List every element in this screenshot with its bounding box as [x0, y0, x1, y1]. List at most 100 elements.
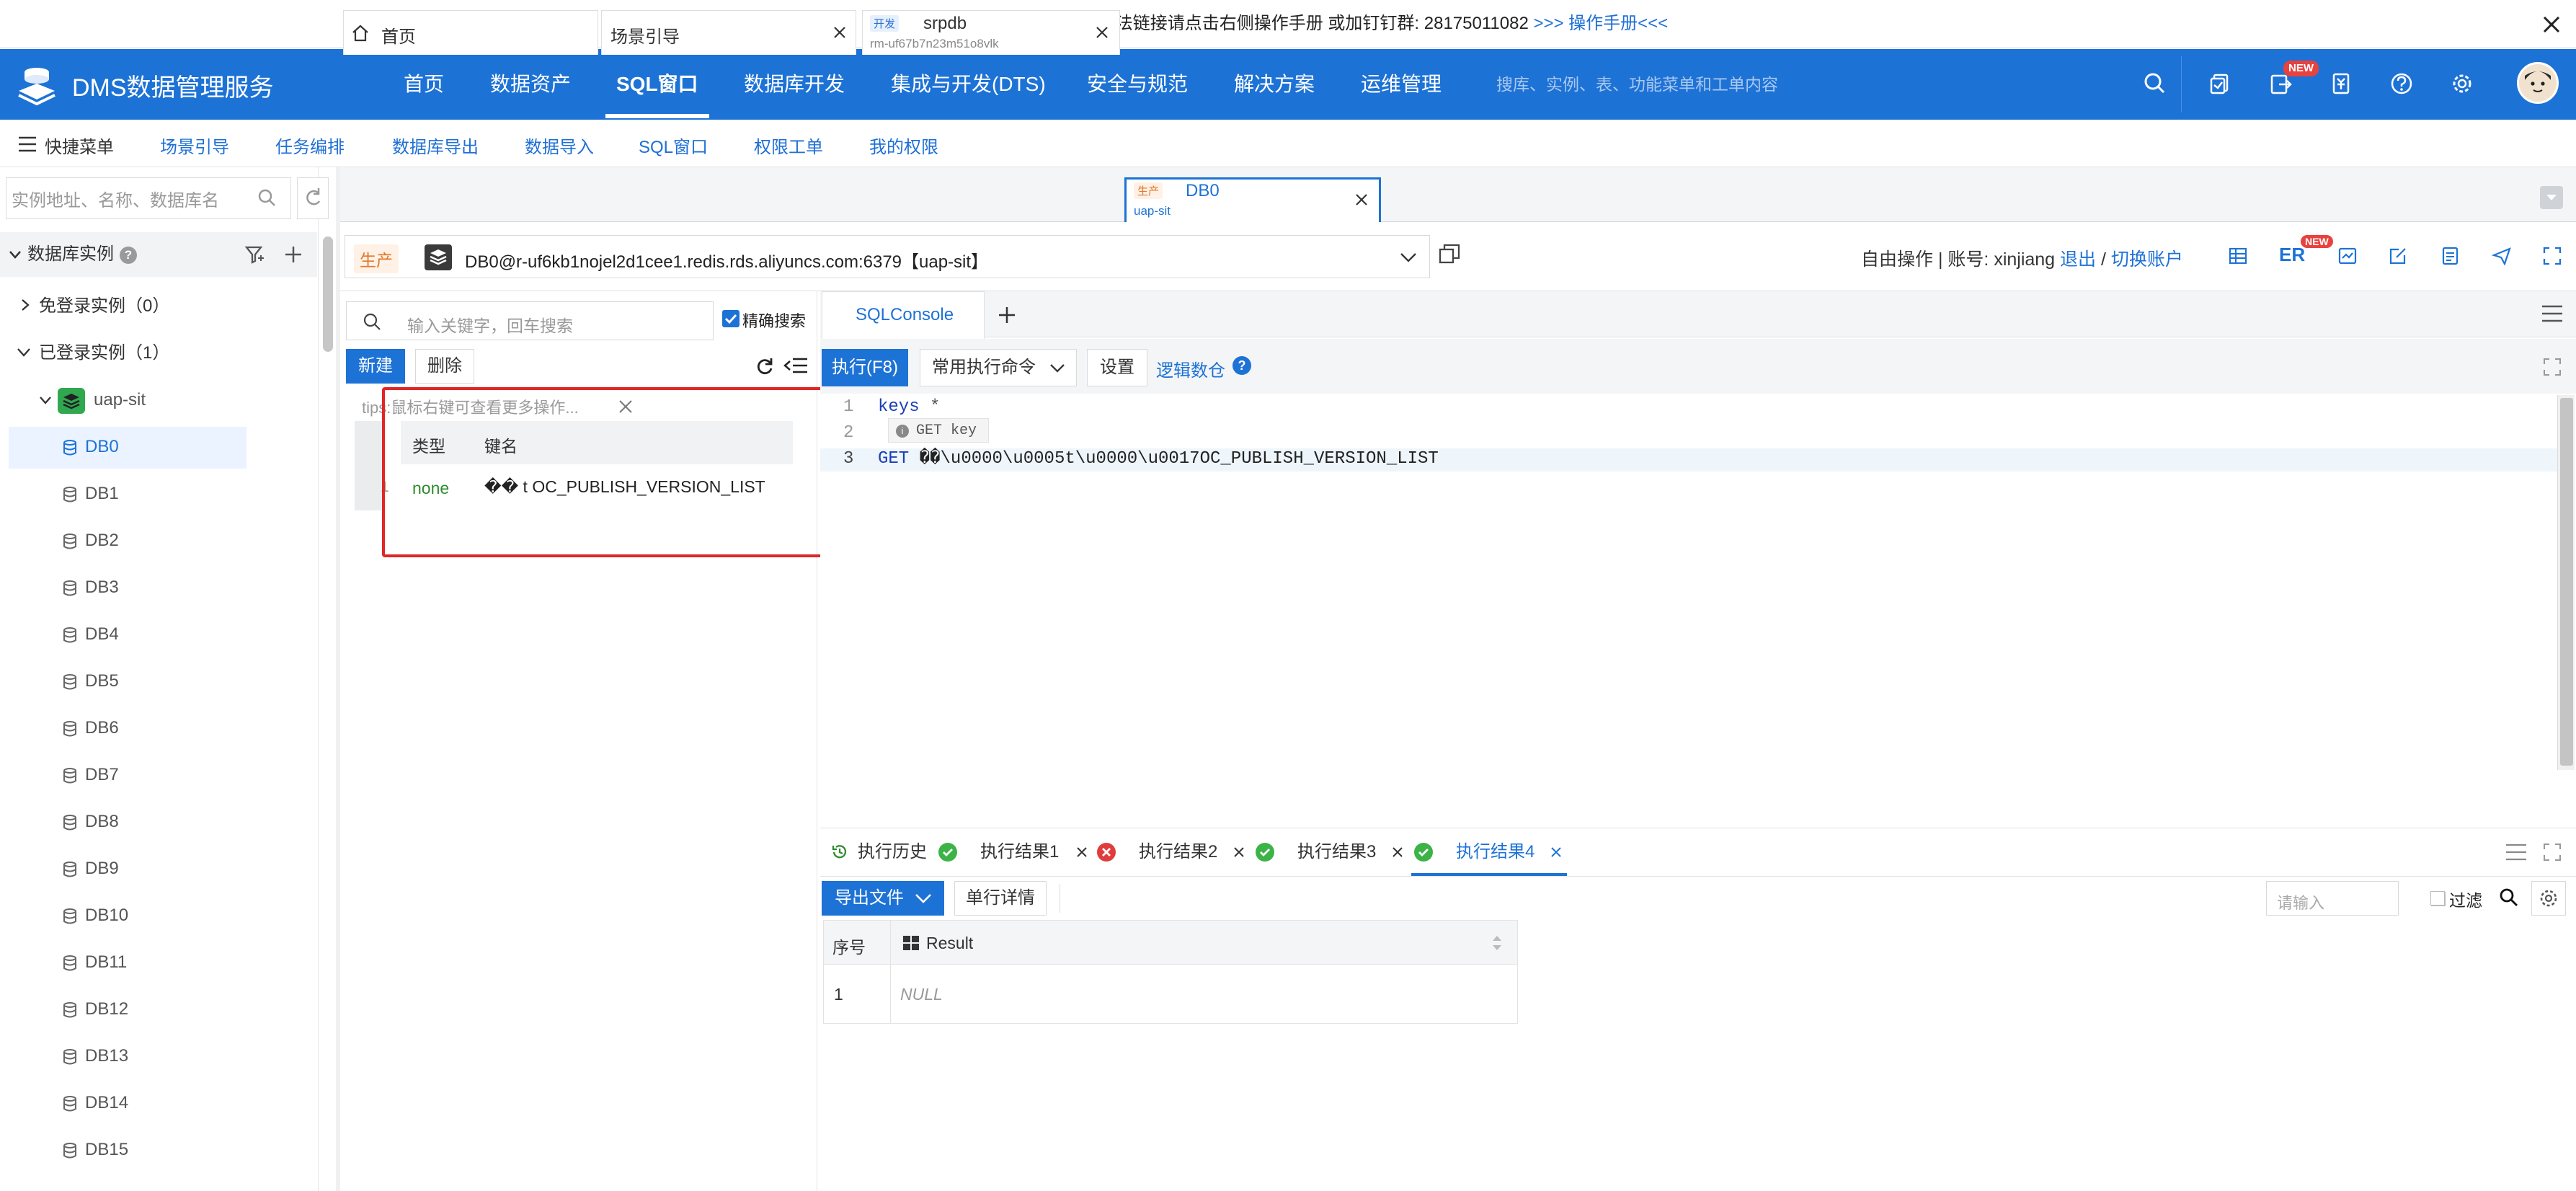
nav-sql-window[interactable]: SQL窗口 [616, 49, 698, 120]
settings-button[interactable]: 设置 [1087, 349, 1147, 386]
key-search-input[interactable]: 输入关键字，回车搜索 [346, 301, 714, 340]
tab-result-2[interactable]: 执行结果2 [1139, 828, 1217, 876]
help-icon[interactable]: ? [120, 247, 137, 264]
chevron-down-icon[interactable] [7, 247, 23, 262]
row-detail-button[interactable]: 单行详情 [954, 881, 1047, 916]
tab-exec-history[interactable]: 执行历史 [858, 828, 927, 876]
chevron-down-icon[interactable] [39, 394, 52, 407]
gear-icon[interactable] [2448, 69, 2477, 98]
tab-srpdb[interactable]: 开发 srpdb rm-uf67b7n23m51o8vlk [862, 10, 1120, 55]
close-icon[interactable] [2537, 10, 2566, 39]
tab-result-3[interactable]: 执行结果3 [1297, 828, 1376, 876]
switch-account-link[interactable]: 切换账户 [2111, 249, 2183, 270]
new-key-button[interactable]: 新建 [346, 349, 405, 384]
search-icon[interactable] [2498, 887, 2520, 908]
add-icon[interactable] [283, 244, 304, 265]
sort-icon[interactable] [1490, 932, 1504, 954]
delete-key-button[interactable]: 删除 [415, 349, 474, 384]
help-icon[interactable]: ? [1233, 356, 1251, 375]
sidebar-item-db12[interactable]: DB12 [85, 999, 128, 1020]
help-icon[interactable] [2387, 69, 2416, 98]
sidebar-item-db4[interactable]: DB4 [85, 624, 119, 645]
quick-my-permissions[interactable]: 我的权限 [869, 133, 938, 158]
tab-dropdown-button[interactable] [2540, 186, 2563, 209]
sidebar-item-db6[interactable]: DB6 [85, 717, 119, 739]
logic-dw-link[interactable]: 逻辑数仓 [1156, 356, 1225, 381]
refresh-button[interactable] [297, 177, 329, 219]
dbs-icon[interactable] [2206, 69, 2234, 98]
sidebar-item-db15[interactable]: DB15 [85, 1139, 128, 1161]
tab-result-4[interactable]: 执行结果4 [1456, 828, 1535, 876]
expand-icon[interactable] [2541, 841, 2563, 863]
send-icon[interactable] [2491, 245, 2513, 267]
quick-data-import[interactable]: 数据导入 [525, 133, 594, 158]
tab-result-1[interactable]: 执行结果1 [980, 828, 1059, 876]
menu-icon[interactable] [2540, 303, 2564, 324]
manual-link[interactable]: >>> 操作手册<<< [1533, 14, 1668, 33]
sidebar-item-db2[interactable]: DB2 [85, 530, 119, 552]
sidebar-item-db8[interactable]: DB8 [85, 811, 119, 833]
chart-icon[interactable] [2337, 245, 2358, 267]
nav-solutions[interactable]: 解决方案 [1234, 49, 1315, 120]
sidebar-item-db3[interactable]: DB3 [85, 577, 119, 598]
sidebar-item-db13[interactable]: DB13 [85, 1045, 128, 1067]
filter-icon[interactable] [244, 244, 265, 265]
avatar[interactable] [2517, 62, 2559, 104]
filter-checkbox[interactable] [2430, 891, 2445, 906]
expand-icon[interactable] [2541, 356, 2563, 378]
table-row[interactable]: 1 NULL [823, 965, 1518, 1024]
copy-window-icon[interactable] [1437, 242, 1462, 267]
close-icon[interactable] [1550, 846, 1563, 859]
autocomplete-hint[interactable]: i GET key [888, 418, 989, 443]
quick-scene-guide[interactable]: 场景引导 [160, 133, 229, 158]
add-console-icon[interactable] [996, 304, 1018, 326]
result-filter-input[interactable]: 请输入 [2266, 881, 2446, 916]
common-commands-dropdown[interactable]: 常用执行命令 [920, 349, 1077, 386]
tree-instance-uap-sit[interactable]: uap-sit [94, 389, 146, 411]
nav-db-dev[interactable]: 数据库开发 [744, 49, 845, 120]
nav-dts[interactable]: 集成与开发(DTS) [891, 49, 1046, 120]
nav-home[interactable]: 首页 [404, 49, 444, 120]
export-file-button[interactable]: 导出文件 [822, 881, 944, 916]
menu-icon[interactable] [17, 136, 37, 153]
exact-search-checkbox[interactable] [722, 310, 740, 327]
sidebar-item-db10[interactable]: DB10 [85, 905, 128, 926]
er-diagram-button[interactable]: ER [2279, 244, 2305, 266]
result-settings-button[interactable] [2531, 881, 2566, 916]
document-icon[interactable] [2439, 245, 2461, 267]
tab-sqlconsole[interactable]: SQLConsole [822, 291, 985, 339]
close-icon[interactable] [832, 25, 847, 40]
edit-icon[interactable] [2387, 245, 2409, 267]
tab-db0[interactable]: 生产 DB0 uap-sit [1124, 177, 1381, 223]
db-connection-select[interactable]: 生产 DB0@r-uf6kb1nojel2d1cee1.redis.rds.al… [345, 235, 1430, 278]
close-icon[interactable] [1233, 846, 1245, 859]
chevron-down-icon[interactable] [16, 346, 32, 359]
tab-home[interactable]: 首页 [343, 10, 598, 55]
close-icon[interactable] [1075, 846, 1088, 859]
table-icon[interactable] [2227, 245, 2249, 267]
fullscreen-icon[interactable] [2541, 245, 2563, 267]
menu-icon[interactable] [2504, 841, 2528, 863]
nav-data-assets[interactable]: 数据资产 [490, 49, 571, 120]
sidebar-scrollbar[interactable] [323, 236, 333, 352]
close-icon[interactable] [1095, 25, 1109, 40]
tree-group-loggedin[interactable]: 已登录实例（1） [39, 342, 169, 364]
quick-menu-label[interactable]: 快捷菜单 [45, 133, 114, 158]
tab-scene-guide[interactable]: 场景引导 [601, 10, 856, 55]
ticket-icon[interactable] [2327, 69, 2355, 98]
sidebar-item-db14[interactable]: DB14 [85, 1092, 128, 1114]
chevron-down-icon[interactable] [1399, 249, 1418, 266]
quick-permission-ticket[interactable]: 权限工单 [754, 133, 823, 158]
tree-group-nologin[interactable]: 免登录实例（0） [39, 296, 169, 317]
sidebar-item-db9[interactable]: DB9 [85, 858, 119, 880]
sidebar-item-db5[interactable]: DB5 [85, 670, 119, 692]
search-icon[interactable] [2141, 69, 2169, 98]
sidebar-item-db1[interactable]: DB1 [85, 483, 119, 505]
logout-link[interactable]: 退出 [2060, 249, 2096, 270]
list-collapse-icon[interactable] [783, 355, 809, 376]
close-icon[interactable] [1391, 846, 1404, 859]
quick-sql-window[interactable]: SQL窗口 [639, 133, 708, 158]
nav-security[interactable]: 安全与规范 [1087, 49, 1188, 120]
nav-ops[interactable]: 运维管理 [1361, 49, 1442, 120]
refresh-icon[interactable] [754, 355, 776, 376]
